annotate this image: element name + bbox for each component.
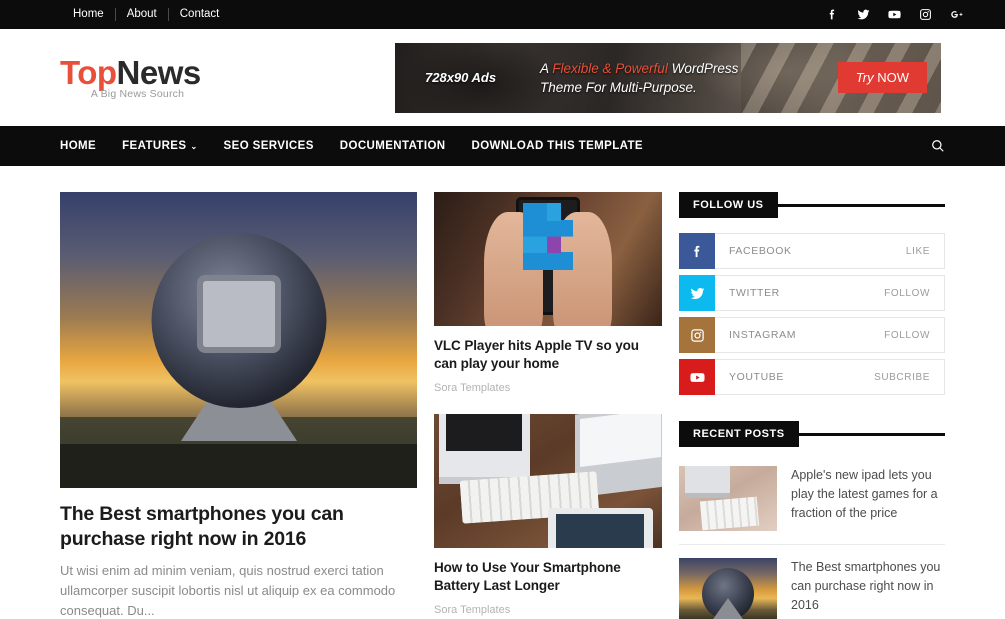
banner-ad[interactable]: 728x90 Ads A Flexible & Powerful WordPre…: [395, 42, 941, 113]
nav-item-documentation[interactable]: DOCUMENTATION: [340, 140, 446, 152]
recent-post-title[interactable]: Apple's new ipad lets you play the lates…: [791, 466, 945, 531]
nav-item-home[interactable]: HOME: [60, 140, 96, 152]
list-item[interactable]: The Best smartphones you can purchase ri…: [679, 545, 945, 619]
social-row-facebook[interactable]: FACEBOOK LIKE: [679, 233, 945, 269]
try-now-em: Try: [855, 70, 878, 85]
nav-label: DOWNLOAD THIS TEMPLATE: [471, 140, 643, 152]
site-header: TopNews A Big News Sourch 728x90 Ads A F…: [0, 29, 1005, 126]
nav-label: FEATURES: [122, 140, 187, 152]
social-row-twitter[interactable]: TWITTER FOLLOW: [679, 275, 945, 311]
tablet-shape: [548, 507, 653, 548]
page-content: The Best smartphones you can purchase ri…: [0, 166, 1005, 619]
ad-line1-suffix: WordPress: [667, 60, 739, 76]
post-image-battery[interactable]: [434, 414, 662, 548]
youtube-icon: [679, 359, 715, 395]
social-network-name: FACEBOOK: [729, 245, 792, 257]
top-nav-home[interactable]: Home: [62, 8, 115, 21]
featured-post: The Best smartphones you can purchase ri…: [60, 192, 417, 619]
logo-top: Top: [60, 54, 117, 91]
site-logo[interactable]: TopNews A Big News Sourch: [60, 55, 395, 101]
list-item[interactable]: Apple's new ipad lets you play the lates…: [679, 462, 945, 545]
ad-line2: Theme For Multi-Purpose.: [540, 79, 697, 95]
logo-news: News: [116, 54, 202, 91]
social-action-label[interactable]: FOLLOW: [884, 288, 930, 299]
top-bar: Home About Contact: [0, 0, 1005, 29]
secondary-posts: VLC Player hits Apple TV so you can play…: [434, 192, 662, 619]
ad-line1-prefix: A: [540, 60, 553, 76]
featured-excerpt: Ut wisi enim ad minim veniam, quis nostr…: [60, 563, 396, 618]
social-action-label[interactable]: SUBCRIBE: [874, 372, 930, 383]
image-ground: [60, 443, 417, 488]
post-title[interactable]: How to Use Your Smartphone Battery Last …: [434, 559, 662, 595]
widget-title: FOLLOW US: [679, 192, 778, 218]
social-row-youtube[interactable]: YOUTUBE SUBCRIBE: [679, 359, 945, 395]
recent-posts-widget-header: RECENT POSTS: [679, 421, 945, 447]
instagram-icon: [679, 317, 715, 353]
post-title[interactable]: VLC Player hits Apple TV so you can play…: [434, 337, 662, 373]
imac-shape: [438, 414, 530, 484]
twitter-icon[interactable]: [857, 8, 870, 21]
social-network-name: INSTAGRAM: [729, 329, 797, 341]
featured-title[interactable]: The Best smartphones you can purchase ri…: [60, 502, 417, 552]
ad-size-label: 728x90 Ads: [425, 70, 497, 85]
recent-post-title[interactable]: The Best smartphones you can purchase ri…: [791, 558, 945, 619]
post-author[interactable]: Sora Templates: [434, 382, 662, 394]
top-nav-contact[interactable]: Contact: [169, 8, 231, 21]
youtube-icon[interactable]: [888, 8, 901, 21]
hand-right: [552, 212, 612, 326]
dish-receiver: [202, 280, 275, 347]
googleplus-icon[interactable]: [950, 8, 963, 21]
ad-copy: A Flexible & Powerful WordPress Theme Fo…: [540, 59, 738, 97]
top-nav: Home About Contact: [0, 8, 230, 21]
nav-item-features[interactable]: FEATURES ⌄: [122, 140, 197, 152]
recent-post-thumbnail[interactable]: [679, 558, 777, 619]
facebook-icon: [679, 233, 715, 269]
follow-us-widget-header: FOLLOW US: [679, 192, 945, 218]
widget-rule: [798, 432, 945, 436]
widget-title: RECENT POSTS: [679, 421, 799, 447]
twitter-icon: [679, 275, 715, 311]
top-nav-about[interactable]: About: [116, 8, 168, 21]
top-social-links: [826, 8, 985, 21]
social-action-label[interactable]: LIKE: [906, 246, 930, 257]
nav-item-download-this-template[interactable]: DOWNLOAD THIS TEMPLATE: [472, 140, 644, 152]
nav-label: SEO SERVICES: [223, 140, 314, 152]
social-action-label[interactable]: FOLLOW: [884, 330, 930, 341]
facebook-icon[interactable]: [826, 8, 839, 21]
sidebar: FOLLOW US FACEBOOK LIKE TWITTER FOLLOW I…: [679, 192, 945, 619]
social-network-name: TWITTER: [729, 287, 780, 299]
nav-item-seo-services[interactable]: SEO SERVICES: [224, 140, 314, 152]
hand-left: [484, 212, 544, 326]
search-icon[interactable]: [931, 139, 945, 153]
main-nav: HOME FEATURES ⌄ SEO SERVICES DOCUMENTATIO…: [0, 126, 1005, 166]
logo-text: TopNews: [60, 55, 395, 91]
recent-posts-list: Apple's new ipad lets you play the lates…: [679, 462, 945, 619]
try-now-button[interactable]: Try NOW: [837, 62, 927, 93]
post-card: VLC Player hits Apple TV so you can play…: [434, 192, 662, 394]
social-network-name: YOUTUBE: [729, 371, 784, 383]
social-row-instagram[interactable]: INSTAGRAM FOLLOW: [679, 317, 945, 353]
featured-image[interactable]: [60, 192, 417, 488]
try-now-rest: NOW: [877, 70, 909, 85]
chevron-down-icon: ⌄: [190, 141, 198, 151]
post-image-vlc[interactable]: [434, 192, 662, 326]
nav-label: HOME: [60, 140, 97, 152]
ad-line1-highlight: Flexible & Powerful: [552, 60, 668, 76]
recent-post-thumbnail[interactable]: [679, 466, 777, 531]
post-card: How to Use Your Smartphone Battery Last …: [434, 414, 662, 616]
widget-rule: [777, 203, 945, 207]
instagram-icon[interactable]: [919, 8, 932, 21]
nav-label: DOCUMENTATION: [339, 140, 446, 152]
post-author[interactable]: Sora Templates: [434, 604, 662, 616]
